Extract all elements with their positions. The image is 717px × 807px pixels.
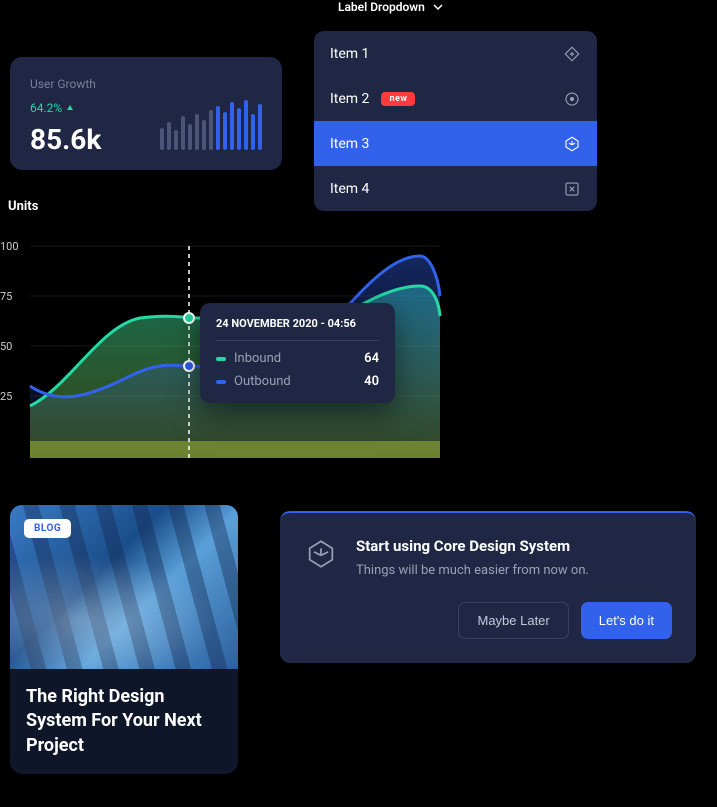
- tooltip-series-name: Outbound: [234, 374, 291, 389]
- cta-card: Start using Core Design System Things wi…: [280, 511, 696, 663]
- tooltip-series-name: Inbound: [234, 351, 281, 366]
- stat-change-value: 64.2%: [30, 101, 62, 115]
- cta-subtitle: Things will be much easier from now on.: [356, 563, 589, 578]
- tooltip-date: 24 NOVEMBER 2020 - 04:56: [216, 317, 379, 341]
- diamond-plus-icon: [563, 45, 581, 63]
- chevron-down-icon: [433, 2, 443, 12]
- dropdown-trigger[interactable]: Label Dropdown: [338, 0, 443, 14]
- chart-ylabel: Units: [8, 199, 445, 214]
- dropdown-label-text: Label Dropdown: [338, 0, 425, 14]
- cta-title: Start using Core Design System: [356, 537, 589, 555]
- caret-up-icon: [66, 104, 74, 112]
- dropdown-item-1[interactable]: Item 1: [314, 31, 597, 76]
- dropdown-item-label: Item 3: [330, 136, 369, 152]
- badge-new: new: [381, 92, 415, 106]
- blog-badge: BLOG: [24, 519, 71, 538]
- hexagon-icon: [563, 135, 581, 153]
- dropdown-item-3[interactable]: Item 3: [314, 121, 597, 166]
- tooltip-row-outbound: Outbound 40: [216, 374, 379, 389]
- chart-tooltip: 24 NOVEMBER 2020 - 04:56 Inbound 64 Outb…: [200, 303, 395, 403]
- dropdown-item-label: Item 2: [330, 91, 369, 107]
- blog-title: The Right Design System For Your Next Pr…: [10, 669, 238, 774]
- svg-text:50: 50: [0, 340, 12, 353]
- dropdown-item-label: Item 4: [330, 181, 369, 197]
- blog-card[interactable]: BLOG The Right Design System For Your Ne…: [10, 505, 238, 774]
- svg-text:75: 75: [0, 290, 12, 303]
- dropdown-item-label: Item 1: [330, 46, 369, 62]
- maybe-later-button[interactable]: Maybe Later: [458, 602, 568, 639]
- tooltip-row-inbound: Inbound 64: [216, 351, 379, 366]
- x-square-icon: [563, 180, 581, 198]
- svg-text:25: 25: [0, 390, 12, 403]
- stat-card-user-growth: User Growth 64.2% 85.6k: [10, 57, 282, 170]
- stat-label: User Growth: [30, 77, 262, 91]
- legend-swatch-outbound: [216, 380, 226, 384]
- hexagon-icon: [304, 537, 338, 571]
- dropdown-menu: Item 1 Item 2 new Item 3 Item 4: [314, 31, 597, 211]
- svg-text:100: 100: [0, 240, 19, 253]
- blog-image: BLOG: [10, 505, 238, 669]
- lets-do-it-button[interactable]: Let's do it: [581, 602, 672, 639]
- sparkline-bars: [160, 100, 262, 150]
- circle-dot-icon: [563, 90, 581, 108]
- legend-swatch-inbound: [216, 357, 226, 361]
- tooltip-series-value: 40: [364, 374, 379, 389]
- tooltip-series-value: 64: [364, 351, 379, 366]
- dropdown-item-2[interactable]: Item 2 new: [314, 76, 597, 121]
